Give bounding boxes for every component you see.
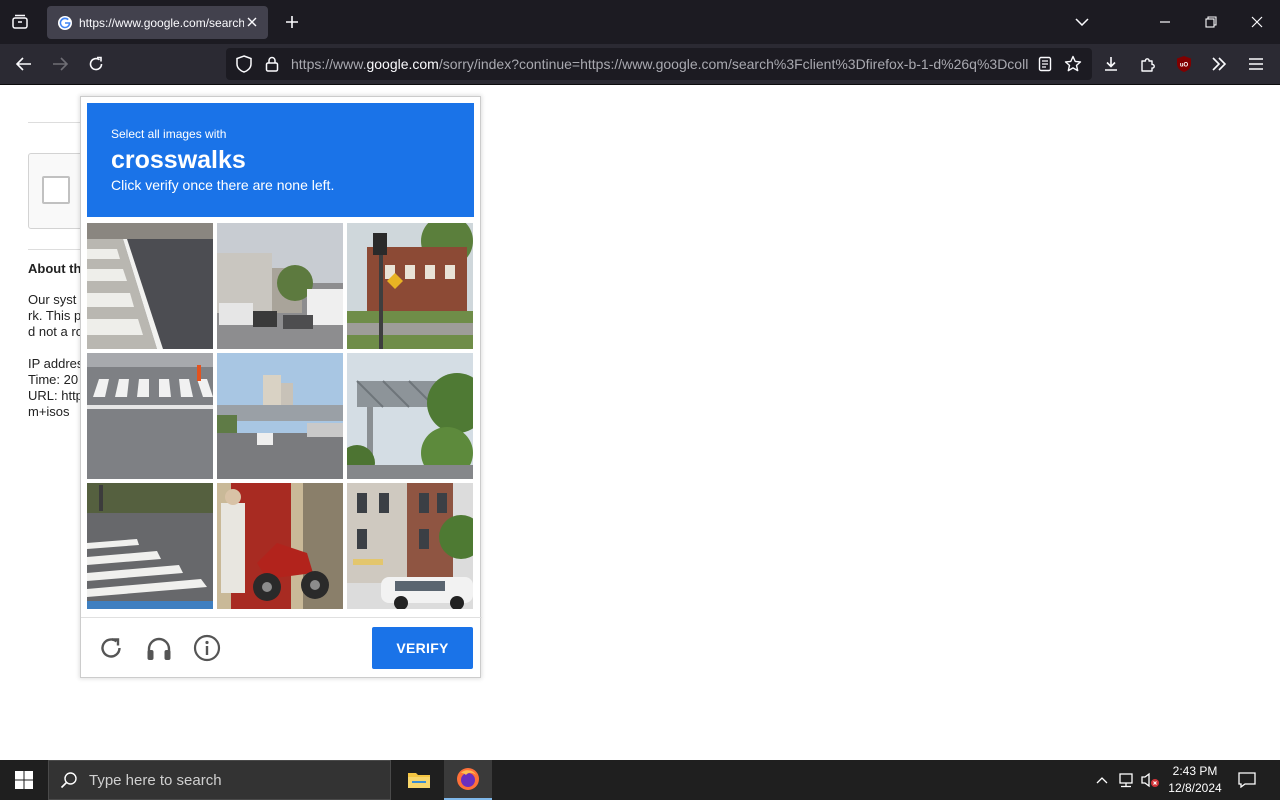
google-favicon-icon [58,15,72,30]
browser-tab-bar: https://www.google.com/search?client=fir… [0,0,1280,44]
about-heading: About th [28,261,82,276]
verify-button[interactable]: VERIFY [372,627,473,669]
url-text[interactable]: https://www.google.com/sorry/index?conti… [291,56,1031,72]
challenge-instruction: Click verify once there are none left. [111,177,335,193]
image-tile-1[interactable] [87,223,213,349]
lock-icon[interactable] [262,54,282,74]
recaptcha-anchor-box[interactable] [28,153,88,229]
reload-icon[interactable] [81,49,111,79]
challenge-footer: VERIFY [81,617,482,679]
network-icon[interactable] [1116,770,1136,790]
request-info: IP addres Time: 20 URL: http m+isos [28,356,83,420]
show-hidden-icons-chevron-icon[interactable] [1092,770,1112,790]
search-placeholder: Type here to search [89,771,222,789]
recaptcha-challenge-popup: Select all images with crosswalks Click … [80,96,482,679]
close-window-button[interactable] [1241,6,1273,38]
image-tile-8[interactable] [217,483,343,609]
close-tab-icon[interactable] [244,14,260,30]
paragraph-line: rk. This p [28,308,82,323]
image-tile-7[interactable] [87,483,213,609]
minimize-button[interactable] [1149,6,1181,38]
bookmark-star-icon[interactable] [1063,54,1083,74]
recaptcha-checkbox[interactable] [42,176,70,204]
windows-start-icon[interactable] [0,760,48,800]
browser-navigation-bar: https://www.google.com/sorry/index?conti… [0,44,1280,85]
image-tile-5[interactable] [217,353,343,479]
challenge-target-object: crosswalks [111,146,246,174]
help-info-icon[interactable] [192,633,222,663]
windows-taskbar: Type here to search 2:43 PM 12/8/2024 [0,760,1280,800]
image-grid [87,223,475,611]
divider [28,249,88,250]
page-content: About th Our syst rk. This pd not a ro IP… [0,85,1280,760]
paragraph-line: Our syst [28,292,77,307]
clock-time: 2:43 PM [1172,764,1218,778]
image-tile-2[interactable] [217,223,343,349]
tab-title: https://www.google.com/search?client=fir… [79,15,244,30]
image-tile-4[interactable] [87,353,213,479]
forward-arrow-icon[interactable] [45,49,75,79]
list-all-tabs-icon[interactable] [6,8,34,36]
challenge-header: Select all images with crosswalks Click … [87,103,474,217]
tracking-protection-shield-icon[interactable] [234,54,254,74]
explanation-paragraph: Our syst rk. This pd not a ro [28,292,83,340]
file-explorer-icon[interactable] [395,760,443,800]
image-tile-3[interactable] [347,223,473,349]
info-line: m+isos [28,404,70,419]
action-center-notification-icon[interactable] [1237,770,1257,790]
info-line: IP addres [28,356,84,371]
info-line: URL: http [28,388,83,403]
tab-list-chevron-icon[interactable] [1066,6,1098,38]
hamburger-menu-icon[interactable] [1241,49,1271,79]
clock-date: 12/8/2024 [1168,781,1222,795]
audio-challenge-headphones-icon[interactable] [144,633,174,663]
svg-text:uO: uO [1180,63,1189,69]
paragraph-line: d not a ro [28,324,83,339]
search-icon [49,760,89,800]
extensions-puzzle-icon[interactable] [1133,49,1163,79]
restore-button[interactable] [1195,6,1227,38]
taskbar-search-box[interactable]: Type here to search [48,760,391,800]
address-bar[interactable]: https://www.google.com/sorry/index?conti… [226,48,1092,80]
image-tile-6[interactable] [347,353,473,479]
reload-challenge-icon[interactable] [96,633,126,663]
challenge-prompt: Select all images with [111,127,227,141]
firefox-taskbar-icon[interactable] [444,760,492,800]
reader-view-icon[interactable] [1035,54,1055,74]
taskbar-clock[interactable]: 2:43 PM 12/8/2024 [1162,763,1228,797]
back-arrow-icon[interactable] [9,49,39,79]
new-tab-button[interactable] [278,8,306,36]
ublock-origin-icon[interactable]: uO [1169,49,1199,79]
more-tools-chevrons-icon[interactable] [1204,49,1234,79]
active-tab[interactable]: https://www.google.com/search?client=fir… [47,6,268,39]
volume-muted-icon[interactable] [1140,770,1160,790]
downloads-icon[interactable] [1096,49,1126,79]
info-line: Time: 20 [28,372,79,387]
divider [28,122,88,123]
image-tile-9[interactable] [347,483,473,609]
